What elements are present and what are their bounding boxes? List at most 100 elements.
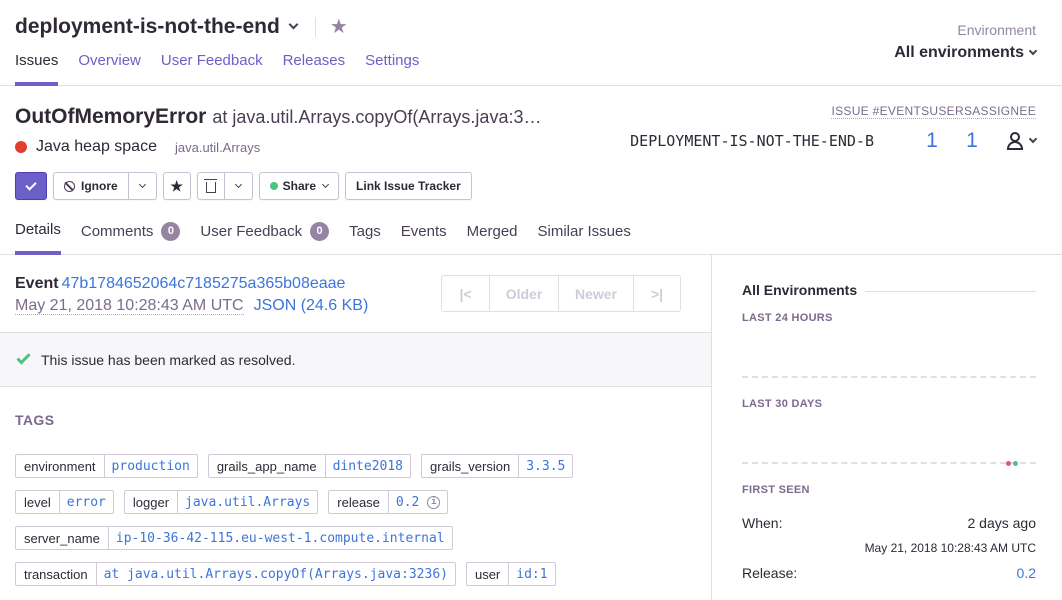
delete-button[interactable] (196, 172, 225, 200)
issue-message: Java heap space (36, 138, 157, 155)
tags-section-title: TAGS (15, 412, 55, 428)
resolved-notice: This issue has been marked as resolved. (0, 332, 711, 387)
link-issue-tracker-button[interactable]: Link Issue Tracker (345, 172, 472, 200)
tab-label: Similar Issues (537, 223, 631, 240)
nav-user-feedback[interactable]: User Feedback (161, 52, 263, 86)
chevron-down-icon[interactable] (1028, 46, 1038, 56)
environment-selector[interactable]: Environment All environments (894, 22, 1038, 62)
tag-value-text[interactable]: 0.2 (396, 495, 419, 510)
release-link[interactable]: 0.2 (1017, 565, 1036, 581)
delete-options-button[interactable] (224, 172, 253, 200)
first-seen-release-row: Release: 0.2 (742, 565, 1036, 581)
tab-user-feedback[interactable]: User Feedback 0 (200, 221, 330, 255)
tab-events[interactable]: Events (401, 221, 447, 255)
tab-label: Events (400, 223, 447, 240)
first-event-button[interactable]: |< (442, 276, 489, 311)
ignore-button[interactable]: Ignore (53, 172, 129, 200)
star-icon[interactable]: ★ (330, 14, 348, 39)
tag-value[interactable]: id:1 (509, 563, 554, 585)
tag-pill[interactable]: release 0.2 i (328, 490, 449, 514)
link-tracker-label: Link Issue Tracker (356, 179, 461, 193)
tab-details[interactable]: Details (15, 221, 61, 255)
resolve-button[interactable] (15, 172, 47, 200)
tag-pill[interactable]: environment production (15, 454, 198, 478)
tab-label: Merged (466, 223, 518, 240)
tag-value[interactable]: at java.util.Arrays.copyOf(Arrays.java:3… (97, 563, 455, 585)
ignore-options-button[interactable] (128, 172, 157, 200)
tab-comments[interactable]: Comments 0 (81, 221, 181, 255)
json-link[interactable]: JSON (24.6 KB) (254, 297, 369, 314)
tag-value[interactable]: production (105, 455, 197, 477)
tag-key[interactable]: logger (125, 491, 179, 513)
environment-dropdown[interactable]: All environments (894, 44, 1038, 62)
tag-value[interactable]: 0.2 i (389, 491, 447, 513)
issue-tabs: Details Comments 0 User Feedback 0 Tags Ev… (0, 216, 1062, 255)
tags-list: environment production grails_app_name din… (15, 454, 615, 586)
tag-pill[interactable]: transaction at java.util.Arrays.copyOf(Ar… (15, 562, 456, 586)
tag-value[interactable]: ip-10-36-42-115.eu-west-1.compute.intern… (109, 527, 452, 549)
tag-key[interactable]: environment (16, 455, 105, 477)
comments-count-badge: 0 (161, 222, 181, 241)
assignee-selector[interactable] (1006, 132, 1038, 150)
info-icon[interactable]: i (427, 495, 441, 509)
chevron-down-icon[interactable] (288, 19, 299, 29)
tag-key[interactable]: grails_app_name (209, 455, 326, 477)
error-level-dot (15, 141, 27, 153)
events-count[interactable]: 1 (912, 129, 952, 153)
tag-pill[interactable]: logger java.util.Arrays (123, 490, 319, 514)
tag-value[interactable]: dinte2018 (326, 455, 410, 477)
sparkline-30d (742, 462, 1036, 464)
tag-key[interactable]: user (467, 563, 510, 585)
share-status-dot (269, 182, 278, 190)
users-count[interactable]: 1 (952, 129, 992, 153)
newer-event-button[interactable]: Newer (558, 276, 633, 311)
last-24-hours-label: LAST 24 HOURS (742, 312, 833, 324)
event-id-link[interactable]: 47b1784652064c7185275a365b08eaae (62, 275, 346, 292)
older-event-button[interactable]: Older (489, 276, 558, 311)
project-name[interactable]: deployment-is-not-the-end (15, 15, 280, 39)
event-date: May 21, 2018 10:28:43 AM UTC (15, 297, 244, 315)
delete-button-group (196, 172, 253, 200)
when-label: When: (742, 515, 783, 531)
nav-overview[interactable]: Overview (78, 52, 141, 86)
tag-key[interactable]: transaction (16, 563, 97, 585)
ignore-button-group: Ignore (53, 172, 157, 200)
event-pager: |< Older Newer >| (441, 275, 681, 312)
tag-pill[interactable]: level error (15, 490, 114, 514)
environment-value[interactable]: All environments (894, 44, 1024, 62)
check-icon (25, 178, 37, 191)
ban-icon (64, 180, 75, 192)
nav-issues[interactable]: Issues (15, 52, 59, 86)
tag-value[interactable]: error (60, 491, 113, 513)
chevron-down-icon[interactable] (1028, 134, 1038, 144)
user-icon[interactable] (1006, 132, 1024, 150)
tag-value[interactable]: 3.3.5 (519, 455, 572, 477)
share-button[interactable]: Share (258, 172, 340, 200)
tab-tags[interactable]: Tags (349, 221, 381, 255)
tag-pill[interactable]: grails_version 3.3.5 (421, 454, 574, 478)
tag-key[interactable]: grails_version (422, 455, 520, 477)
tag-value[interactable]: java.util.Arrays (178, 491, 317, 513)
bookmark-button[interactable]: ★ (162, 172, 191, 200)
tag-pill[interactable]: grails_app_name dinte2018 (207, 454, 412, 478)
tag-pill[interactable]: server_name ip-10-36-42-115.eu-west-1.com… (15, 526, 453, 550)
tab-similar-issues[interactable]: Similar Issues (538, 221, 631, 255)
when-value: 2 days ago (967, 515, 1037, 531)
issue-type: OutOfMemoryError (15, 105, 207, 128)
tag-key[interactable]: server_name (16, 527, 109, 549)
tag-key[interactable]: release (329, 491, 389, 513)
nav-settings[interactable]: Settings (365, 52, 419, 86)
nav-releases[interactable]: Releases (283, 52, 346, 86)
tag-pill[interactable]: user id:1 (465, 562, 556, 586)
release-label: Release: (742, 565, 798, 581)
last-event-button[interactable]: >| (633, 276, 680, 311)
resolved-message: This issue has been marked as resolved. (41, 351, 296, 368)
first-seen-label: FIRST SEEN (742, 484, 810, 496)
divider (314, 16, 316, 37)
tab-merged[interactable]: Merged (467, 221, 518, 255)
first-seen-date: May 21, 2018 10:28:43 AM UTC (864, 541, 1036, 555)
tag-key[interactable]: level (16, 491, 60, 513)
stats-header: ISSUE #EVENTSUSERSASSIGNEE (831, 104, 1036, 119)
project-selector[interactable]: deployment-is-not-the-end ★ (15, 14, 348, 39)
feedback-count-badge: 0 (310, 222, 330, 241)
